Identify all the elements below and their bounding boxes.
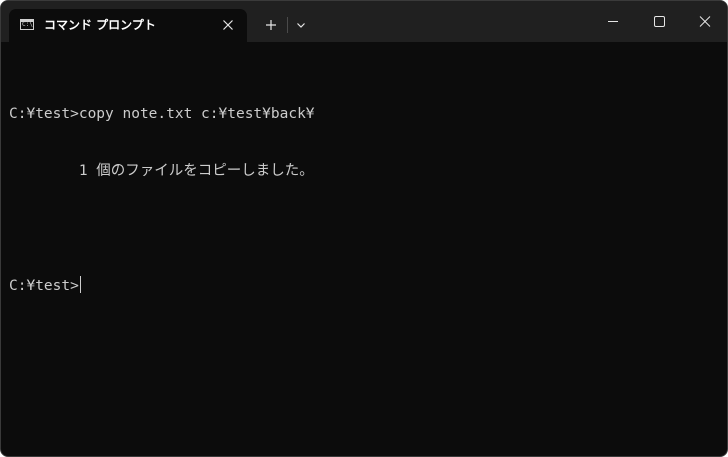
chevron-down-icon (297, 23, 305, 28)
tab-title: コマンド プロンプト (44, 18, 156, 32)
terminal-output[interactable]: C:¥test>copy note.txt c:¥test¥back¥ 1 個の… (9, 67, 719, 447)
maximize-button[interactable] (636, 1, 682, 42)
terminal-line-result: 1 個のファイルをコピーしました。 (9, 163, 314, 179)
close-button[interactable] (682, 1, 727, 42)
close-icon (223, 20, 233, 30)
tab-close-button[interactable] (216, 13, 240, 37)
text-cursor (79, 276, 81, 293)
tab-command-prompt[interactable]: C:\ コマンド プロンプト (9, 9, 247, 42)
tab-divider (287, 17, 288, 33)
tab-dropdown-button[interactable] (290, 12, 312, 38)
terminal-line-command: C:¥test>copy note.txt c:¥test¥back¥ (9, 106, 315, 122)
close-icon (699, 16, 711, 27)
maximize-icon (654, 16, 665, 27)
title-bar[interactable]: C:\ コマンド プロンプト (1, 1, 727, 42)
terminal-window: C:\ コマンド プロンプト C:¥test>copy note.txt c:¥… (0, 0, 728, 457)
new-tab-button[interactable] (257, 12, 285, 38)
terminal-line-prompt[interactable]: C:¥test> (9, 276, 719, 295)
console-icon: C:\ (20, 19, 34, 30)
minimize-button[interactable] (590, 1, 636, 42)
console-icon-prompt: C:\ (22, 21, 33, 28)
plus-icon (266, 20, 276, 30)
prompt-text: C:¥test> (9, 278, 79, 294)
minimize-icon (608, 21, 618, 22)
